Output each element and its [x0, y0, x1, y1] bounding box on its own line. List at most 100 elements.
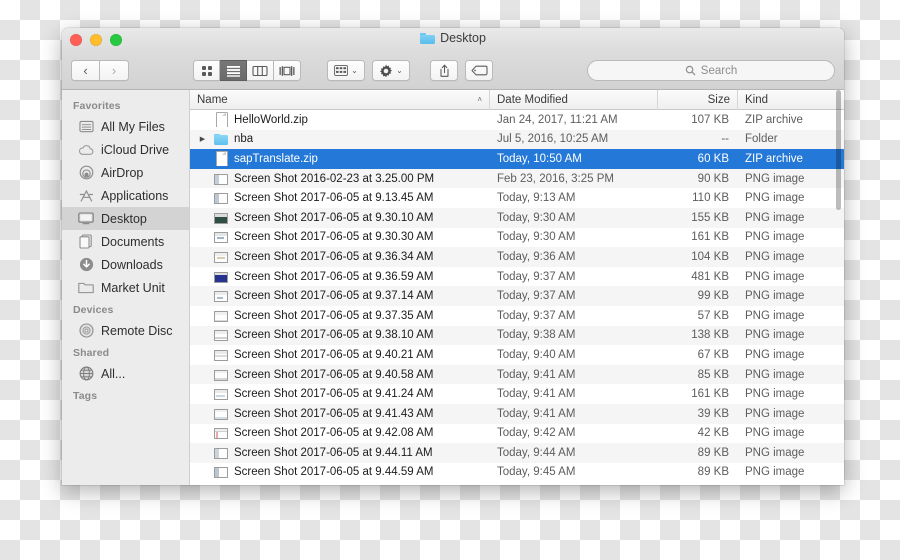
sidebar: Favorites All My Files iCloud Drive AirDrop… — [62, 90, 190, 485]
png-thumbnail-icon — [214, 251, 228, 263]
table-row[interactable]: Screen Shot 2017-06-05 at 9.41.24 AM Toda… — [190, 384, 844, 404]
cell-size: 104 KB — [691, 250, 729, 263]
cell-size: 89 KB — [697, 446, 729, 459]
sidebar-item-airdrop[interactable]: AirDrop — [62, 161, 189, 184]
table-row[interactable]: Screen Shot 2017-06-05 at 9.42.08 AM Toda… — [190, 424, 844, 444]
table-row[interactable]: Screen Shot 2017-06-05 at 9.40.58 AM Toda… — [190, 364, 844, 385]
column-header-kind[interactable]: Kind — [738, 90, 844, 110]
cell-date-modified: Today, 9:45 AM — [497, 466, 576, 479]
file-name-label: Screen Shot 2017-06-05 at 9.41.43 AM — [234, 407, 434, 420]
list-icon — [226, 65, 240, 77]
forward-button[interactable]: › — [100, 60, 129, 81]
vertical-scrollbar[interactable] — [835, 90, 843, 485]
sidebar-item-downloads[interactable]: Downloads — [62, 253, 189, 276]
cell-kind: ZIP archive — [745, 113, 803, 126]
cell-date-modified: Today, 9:41 AM — [497, 407, 576, 420]
file-rows: HelloWorld.zip Jan 24, 2017, 11:21 AM 107 … — [190, 110, 844, 485]
png-thumbnail-icon — [214, 271, 228, 283]
file-name-label: Screen Shot 2017-06-05 at 9.40.58 AM — [234, 368, 434, 381]
file-name-label: Screen Shot 2017-06-05 at 9.30.10 AM — [234, 211, 434, 224]
share-button[interactable] — [430, 60, 458, 81]
sidebar-item-desktop[interactable]: Desktop — [62, 207, 189, 230]
zip-file-icon — [214, 151, 228, 167]
sidebar-item-icloud-drive[interactable]: iCloud Drive — [62, 138, 189, 161]
sidebar-item-remote-disc[interactable]: Remote Disc — [62, 319, 189, 342]
cell-name: Screen Shot 2017-06-05 at 9.40.21 AM — [190, 349, 490, 361]
zip-file-icon — [214, 112, 228, 128]
table-row[interactable]: HelloWorld.zip Jan 24, 2017, 11:21 AM 107 … — [190, 110, 844, 130]
file-name-label: Screen Shot 2017-06-05 at 9.37.35 AM — [234, 309, 434, 322]
window-titlebar[interactable]: Desktop — [62, 28, 844, 52]
edit-tags-button[interactable] — [465, 60, 493, 81]
file-name-label: Screen Shot 2017-06-05 at 9.44.11 AM — [234, 446, 433, 459]
icon-view-button[interactable] — [193, 60, 220, 81]
table-row[interactable]: Screen Shot 2017-06-05 at 9.37.35 AM Toda… — [190, 306, 844, 326]
search-icon — [685, 65, 696, 76]
png-thumbnail-icon — [214, 291, 228, 303]
sort-ascending-icon: ˄ — [477, 95, 482, 104]
table-row[interactable]: Screen Shot 2017-06-05 at 9.40.21 AM Toda… — [190, 345, 844, 365]
table-row[interactable]: Screen Shot 2016-02-23 at 3.25.00 PM Feb … — [190, 168, 844, 189]
network-icon — [78, 366, 94, 382]
cell-size: 67 KB — [697, 348, 729, 361]
table-row[interactable]: Screen Shot 2017-06-05 at 9.44.11 AM Toda… — [190, 443, 844, 463]
applications-icon — [78, 188, 94, 204]
table-row[interactable]: Screen Shot 2017-06-05 at 9.36.59 AM Toda… — [190, 267, 844, 287]
table-row[interactable]: Screen Shot 2017-06-05 at 9.13.45 AM Toda… — [190, 188, 844, 208]
cell-date-modified: Jul 5, 2016, 10:25 AM — [497, 133, 609, 146]
table-row[interactable]: Screen Shot 2017-06-05 at 9.37.14 AM Toda… — [190, 286, 844, 306]
sidebar-item-market-unit[interactable]: Market Unit — [62, 276, 189, 299]
back-button[interactable]: ‹ — [71, 60, 100, 81]
png-thumbnail-icon — [214, 212, 228, 224]
png-thumbnail-icon — [214, 232, 228, 244]
chevron-right-icon: › — [111, 63, 117, 78]
file-name-label: sapTranslate.zip — [234, 152, 318, 165]
column-header-size[interactable]: Size — [658, 89, 738, 110]
window-title-group: Desktop — [62, 31, 844, 45]
cover-flow-view-button[interactable] — [274, 60, 301, 81]
table-row[interactable]: sapTranslate.zip Today, 10:50 AM 60 KB ZIP … — [190, 149, 844, 169]
file-name-label: Screen Shot 2016-02-23 at 3.25.00 PM — [234, 172, 435, 185]
action-menu-button[interactable]: ⌄ — [372, 60, 410, 81]
scrollbar-thumb[interactable] — [836, 90, 841, 210]
file-name-label: Screen Shot 2017-06-05 at 9.42.08 AM — [234, 427, 434, 440]
cell-name: Screen Shot 2016-02-23 at 3.25.00 PM — [190, 173, 490, 185]
cell-kind: PNG image — [745, 407, 805, 420]
sidebar-item-all[interactable]: All... — [62, 362, 189, 385]
arrange-icon — [334, 65, 348, 76]
cell-name: sapTranslate.zip — [190, 151, 490, 167]
file-name-label: nba — [234, 133, 254, 146]
sidebar-section-heading: Tags — [73, 390, 98, 402]
cell-kind: Folder — [745, 133, 778, 146]
disc-icon — [78, 323, 94, 339]
finder-toolbar: ‹ › ⌄ ⌄ Search — [62, 52, 844, 90]
column-header-name[interactable]: Name ˄ — [190, 89, 490, 110]
table-row[interactable]: Screen Shot 2017-06-05 at 9.36.34 AM Toda… — [190, 247, 844, 267]
png-thumbnail-icon — [214, 467, 228, 479]
sidebar-item-all-my-files[interactable]: All My Files — [62, 115, 189, 138]
table-row[interactable]: Screen Shot 2017-06-05 at 9.38.10 AM Toda… — [190, 325, 844, 346]
column-header-date-modified[interactable]: Date Modified — [490, 89, 658, 110]
arrange-by-button[interactable]: ⌄ — [327, 60, 365, 81]
search-field[interactable]: Search — [587, 60, 835, 81]
window-title: Desktop — [440, 31, 486, 45]
sidebar-item-label: All My Files — [101, 119, 165, 134]
sidebar-item-documents[interactable]: Documents — [62, 230, 189, 253]
disclosure-triangle[interactable]: ▶ — [197, 135, 208, 143]
list-view-button[interactable] — [220, 60, 247, 81]
table-row[interactable]: ▶ nba Jul 5, 2016, 10:25 AM -- Folder — [190, 129, 844, 150]
table-row[interactable]: Screen Shot 2017-06-05 at 9.30.30 AM Toda… — [190, 228, 844, 248]
cell-kind: PNG image — [745, 368, 805, 381]
file-name-label: Screen Shot 2017-06-05 at 9.30.30 AM — [234, 231, 434, 244]
table-row[interactable]: Screen Shot 2017-06-05 at 9.30.10 AM Toda… — [190, 207, 844, 228]
column-view-button[interactable] — [247, 60, 274, 81]
file-name-label: Screen Shot 2017-06-05 at 9.40.21 AM — [234, 348, 434, 361]
sidebar-item-applications[interactable]: Applications — [62, 184, 189, 207]
table-row[interactable]: Screen Shot 2017-06-05 at 9.44.59 AM Toda… — [190, 463, 844, 483]
table-row[interactable]: Screen Shot 2017-06-05 at 9.41.43 AM Toda… — [190, 403, 844, 424]
sidebar-item-label: Market Unit — [101, 280, 165, 295]
cell-kind: PNG image — [745, 348, 805, 361]
cell-date-modified: Feb 23, 2016, 3:25 PM — [497, 172, 614, 185]
icloud-icon — [78, 142, 94, 158]
cell-name: Screen Shot 2017-06-05 at 9.36.59 AM — [190, 271, 490, 283]
